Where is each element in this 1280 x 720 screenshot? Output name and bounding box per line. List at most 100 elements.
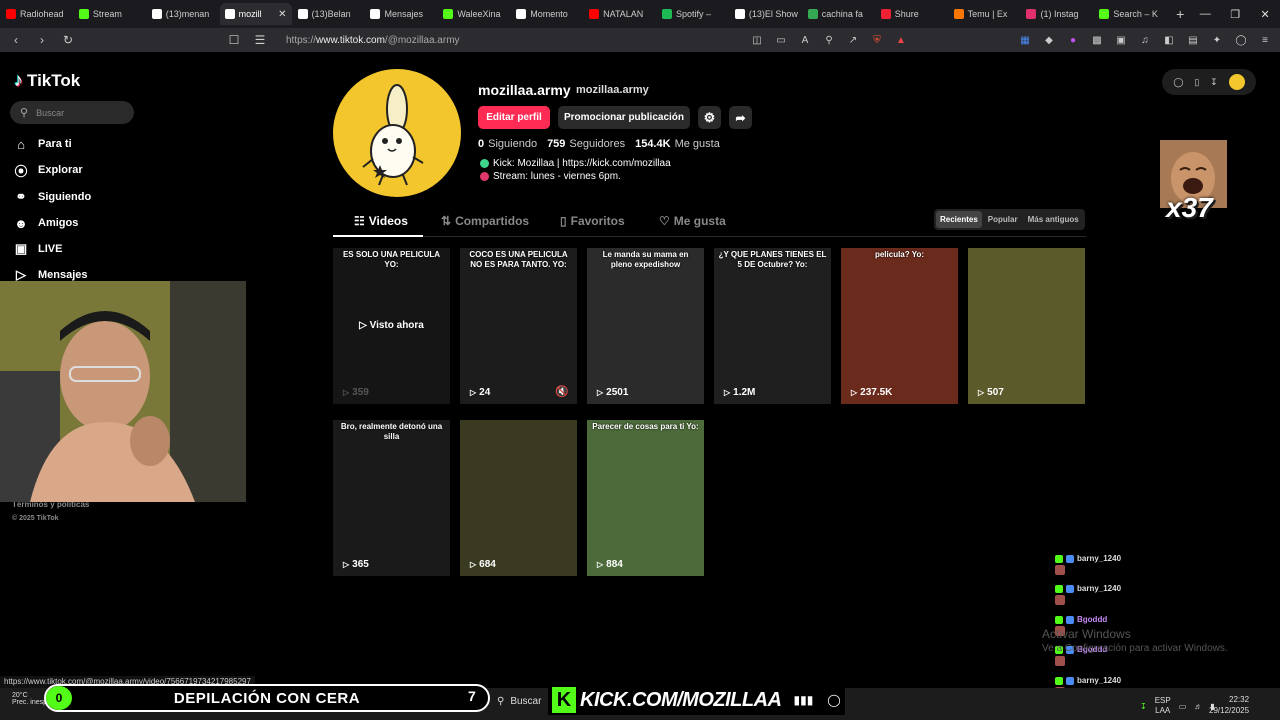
- video-card[interactable]: COCO ES UNA PELICULA NO ES PARA TANTO. Y…: [460, 248, 577, 404]
- sidebar-item-siguiendo[interactable]: ⚭ Siguiendo: [14, 188, 92, 206]
- coin-icon[interactable]: ◯: [1173, 77, 1183, 88]
- profile-avatar[interactable]: [333, 69, 461, 197]
- browser-tab[interactable]: Temu | Ex: [949, 3, 1021, 25]
- bookmark-icon[interactable]: ☐: [226, 33, 242, 47]
- sidebar-item-label: LIVE: [38, 243, 63, 255]
- sort-recientes[interactable]: Recientes: [936, 211, 982, 228]
- browser-tab[interactable]: Mensajes: [365, 3, 437, 25]
- language-indicator[interactable]: ESP LAA: [1155, 696, 1171, 717]
- address-bar[interactable]: https://www.tiktok.com/@mozillaa.army: [286, 35, 460, 46]
- extensions-icon[interactable]: ▩: [1090, 33, 1104, 47]
- browser-tab[interactable]: Radiohead: [1, 3, 73, 25]
- translate-icon[interactable]: A: [798, 33, 812, 47]
- tab-me-gusta[interactable]: ♡ Me gusta: [659, 214, 726, 228]
- zoom-icon[interactable]: ⚲: [822, 33, 836, 47]
- video-card[interactable]: Le manda su mama en pleno expedishow ▷ 250…: [587, 248, 704, 404]
- menu-icon[interactable]: ≡: [1258, 33, 1272, 47]
- back-icon[interactable]: ‹: [8, 33, 24, 47]
- tray-arrow-icon[interactable]: ↧: [1140, 702, 1147, 711]
- stat-likes: 154.4K Me gusta: [635, 138, 720, 150]
- new-tab-icon[interactable]: +: [1170, 4, 1190, 24]
- browser-tab[interactable]: Momento: [511, 3, 583, 25]
- browser-tab[interactable]: (13)Belan: [293, 3, 365, 25]
- browser-tab[interactable]: cachina fa: [803, 3, 875, 25]
- network-icon[interactable]: ▭: [1179, 702, 1187, 711]
- video-card[interactable]: Bro, realmente detonó una silla ▷ 365: [333, 420, 450, 576]
- sidebar-item-para-ti[interactable]: ⌂ Para ti: [14, 135, 72, 153]
- search-input[interactable]: ⚲ Buscar: [10, 101, 134, 124]
- banner-text: DEPILACIÓN CON CERA: [173, 689, 361, 707]
- browser-tab[interactable]: (1) Instag: [1021, 3, 1093, 25]
- leo-ai-icon[interactable]: ✦: [1210, 33, 1224, 47]
- browser-tab-bar: Radiohead Stream (13)menan mozill ✕ (13)Belan…: [0, 0, 1280, 28]
- cast-icon[interactable]: ◫: [750, 33, 764, 47]
- share-profile-icon[interactable]: ➦: [729, 106, 752, 129]
- extension-purple-icon[interactable]: ●: [1066, 33, 1080, 47]
- edit-profile-button[interactable]: Editar perfil: [478, 106, 550, 129]
- vpn-icon[interactable]: ◯: [1234, 33, 1248, 47]
- tiktok-logo[interactable]: ♪ TikTok: [14, 70, 80, 91]
- video-card[interactable]: Parecer de cosas para ti Yo: ▷ 884: [587, 420, 704, 576]
- sidebar-item-amigos[interactable]: ☻ Amigos: [14, 214, 78, 232]
- sort-mas-antiguos[interactable]: Más antiguos: [1024, 211, 1083, 228]
- promote-post-button[interactable]: Promocionar publicación: [558, 106, 690, 129]
- sidebar-item-live[interactable]: ▣ LIVE: [14, 240, 63, 258]
- taskbar-search-label: Buscar: [510, 696, 542, 707]
- extension-box-icon[interactable]: ▣: [1114, 33, 1128, 47]
- minimize-icon[interactable]: —: [1190, 8, 1220, 20]
- language-sub: LAA: [1155, 706, 1171, 716]
- tab-favicon-icon: [589, 9, 600, 19]
- settings-gear-icon[interactable]: ⚙: [698, 106, 721, 129]
- phone-icon[interactable]: ▯: [1194, 77, 1199, 88]
- sidebar-item-explorar[interactable]: ⦿ Explorar: [14, 161, 82, 179]
- video-card[interactable]: ¿Y QUE PLANES TIENES EL 5 DE Octubre? Yo…: [714, 248, 831, 404]
- wallet-icon[interactable]: ▤: [1186, 33, 1200, 47]
- browser-tab[interactable]: (13)menan: [147, 3, 219, 25]
- tab-favoritos[interactable]: ▯ Favoritos: [560, 214, 625, 228]
- tab-videos[interactable]: ☷ Videos: [354, 214, 408, 228]
- forward-icon[interactable]: ›: [34, 33, 50, 47]
- screen-icon[interactable]: ▭: [774, 33, 788, 47]
- video-card[interactable]: ES SOLO UNA PELICULA YO: ▷ Visto ahora ▷ 35…: [333, 248, 450, 404]
- browser-tab[interactable]: Spotify –: [657, 3, 729, 25]
- video-card[interactable]: ▷ 684: [460, 420, 577, 576]
- browser-tab[interactable]: Shure: [876, 3, 948, 25]
- tab-favicon-icon: [224, 9, 235, 19]
- video-card[interactable]: pelicula? Yo: ▷ 237.5K: [841, 248, 958, 404]
- reload-icon[interactable]: ↻: [60, 33, 76, 47]
- close-window-icon[interactable]: ✕: [1250, 8, 1280, 21]
- brave-shield-icon[interactable]: ⛨: [870, 33, 884, 47]
- tabs-divider: [333, 236, 1086, 237]
- browser-tab[interactable]: WaleeXina: [438, 3, 510, 25]
- sort-popular[interactable]: Popular: [984, 211, 1022, 228]
- download-icon[interactable]: ↧: [1210, 77, 1218, 88]
- extension-translate-icon[interactable]: ▦: [1018, 33, 1032, 47]
- taskbar-search[interactable]: ⚲ Buscar: [497, 696, 541, 707]
- stat-label: Siguiendo: [488, 138, 538, 150]
- share-icon[interactable]: ↗: [846, 33, 860, 47]
- maximize-icon[interactable]: ❐: [1220, 8, 1250, 21]
- volume-icon[interactable]: ♬: [1194, 702, 1202, 711]
- extension-diamond-icon[interactable]: ◆: [1042, 33, 1056, 47]
- close-tab-icon[interactable]: ✕: [278, 9, 286, 20]
- bio-line-kick: Kick: Mozillaa | https://kick.com/mozill…: [480, 158, 671, 169]
- music-icon[interactable]: ♫: [1138, 33, 1152, 47]
- browser-tab[interactable]: Search – K: [1094, 3, 1166, 25]
- user-avatar[interactable]: [1228, 74, 1245, 90]
- sidebar-icon[interactable]: ◧: [1162, 33, 1176, 47]
- site-info-icon[interactable]: ☰: [252, 33, 268, 47]
- stat-following[interactable]: 0 Siguiendo: [478, 138, 537, 150]
- taskbar-clock[interactable]: 22:32 29/12/2025: [1209, 694, 1249, 716]
- video-card[interactable]: ▷ 507: [968, 248, 1085, 404]
- stream-banner: DEPILACIÓN CON CERA: [44, 684, 490, 712]
- stat-followers[interactable]: 759 Seguidores: [547, 138, 625, 150]
- browser-tab[interactable]: Stream: [74, 3, 146, 25]
- browser-tab[interactable]: mozill ✕: [219, 3, 292, 25]
- muted-icon[interactable]: 🔇: [555, 385, 569, 398]
- brave-rewards-icon[interactable]: ▲: [894, 33, 908, 47]
- video-view-count: ▷ 237.5K: [851, 387, 892, 398]
- browser-tab[interactable]: (13)El Show: [730, 3, 802, 25]
- browser-tab[interactable]: NATALAN: [584, 3, 656, 25]
- play-icon: ▷: [851, 388, 858, 397]
- tab-compartidos[interactable]: ⇅ Compartidos: [441, 214, 529, 228]
